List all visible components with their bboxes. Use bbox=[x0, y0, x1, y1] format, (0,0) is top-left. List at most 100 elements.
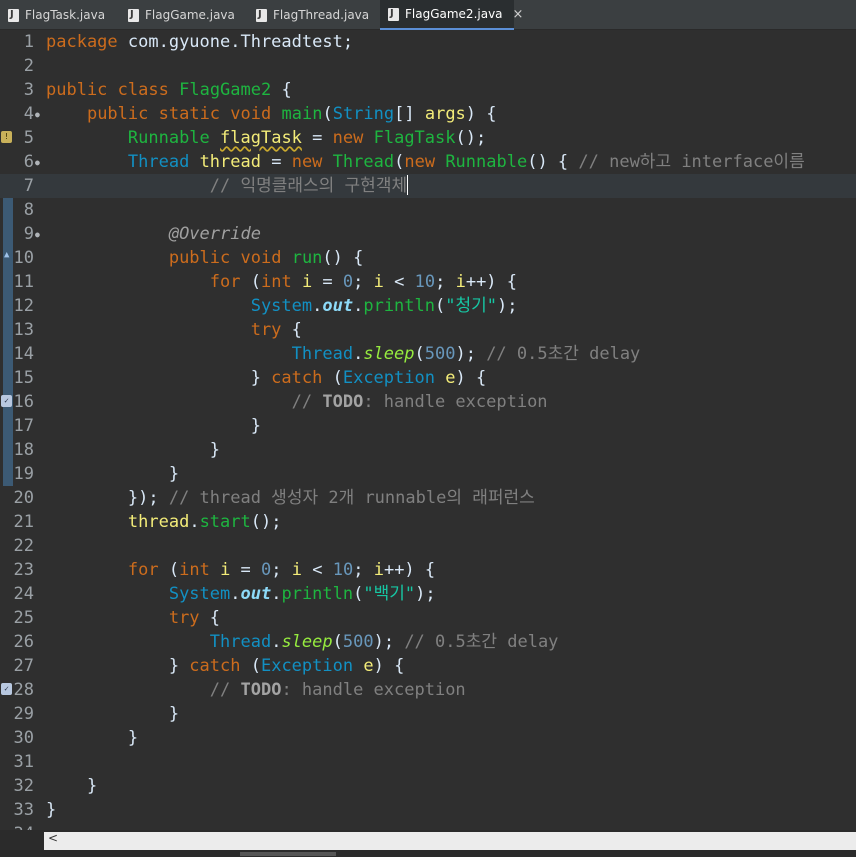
line-number: 2 bbox=[23, 56, 34, 76]
scroll-left-arrow-icon[interactable]: < bbox=[48, 831, 58, 845]
line-number: 29 bbox=[13, 704, 34, 724]
code-token: 10 bbox=[332, 560, 354, 580]
code-editor[interactable]: 1 package com.gyuone.Threadtest; 2 3 public … bbox=[0, 30, 856, 830]
fold-toggle-icon[interactable]: ● bbox=[35, 231, 40, 239]
code-line[interactable]: 23 for (int i = 0; i < 10; i++) { bbox=[0, 558, 856, 582]
code-line[interactable]: 24 System.out.println("백기"); bbox=[0, 582, 856, 606]
code-text[interactable]: thread.start(); bbox=[46, 510, 282, 534]
code-text[interactable]: for (int i = 0; i < 10; i++) { bbox=[46, 270, 517, 294]
code-line[interactable]: 21 thread.start(); bbox=[0, 510, 856, 534]
code-line[interactable]: 17 } bbox=[0, 414, 856, 438]
code-text[interactable]: // 익명클래스의 구현객체 bbox=[46, 174, 409, 198]
code-line[interactable]: ✓ 28 // TODO: handle exception bbox=[0, 678, 856, 702]
code-text[interactable]: // TODO: handle exception bbox=[46, 678, 466, 702]
code-token: i bbox=[455, 272, 466, 292]
scroll-thumb[interactable] bbox=[240, 852, 336, 856]
code-text[interactable]: Thread.sleep(500); // 0.5초간 delay bbox=[46, 630, 559, 654]
code-line[interactable]: 13 try { bbox=[0, 318, 856, 342]
line-number: 31 bbox=[13, 752, 34, 772]
code-line[interactable]: ! 5 Runnable flagTask = new FlagTask(); bbox=[0, 126, 856, 150]
code-line[interactable]: 27 } catch (Exception e) { bbox=[0, 654, 856, 678]
code-line[interactable]: 6 ● Thread thread = new Thread(new Runnab… bbox=[0, 150, 856, 174]
code-line[interactable]: 12 System.out.println("청기"); bbox=[0, 294, 856, 318]
code-text[interactable]: }); // thread 생성자 2개 runnable의 래퍼런스 bbox=[46, 486, 535, 510]
code-token: ( bbox=[353, 584, 364, 604]
code-line[interactable]: 11 for (int i = 0; i < 10; i++) { bbox=[0, 270, 856, 294]
code-text[interactable]: // TODO: handle exception bbox=[46, 390, 548, 414]
fold-toggle-icon[interactable]: ● bbox=[35, 111, 40, 119]
code-text[interactable]: } bbox=[46, 438, 220, 462]
code-line[interactable]: 20 }); // thread 생성자 2개 runnable의 래퍼런스 bbox=[0, 486, 856, 510]
code-text[interactable]: } bbox=[46, 726, 138, 750]
code-line[interactable]: 4 ● public static void main(String[] args… bbox=[0, 102, 856, 126]
horizontal-scrollbar[interactable]: < bbox=[0, 830, 856, 857]
code-line[interactable]: 30 } bbox=[0, 726, 856, 750]
code-token: int bbox=[179, 560, 210, 580]
code-token: static bbox=[158, 104, 221, 124]
code-line[interactable]: 29 } bbox=[0, 702, 856, 726]
code-text[interactable]: @Override bbox=[46, 222, 261, 246]
code-token: : handle exception bbox=[281, 680, 466, 700]
code-text[interactable]: } bbox=[46, 462, 179, 486]
code-token: args bbox=[424, 104, 466, 124]
code-line[interactable]: 31 bbox=[0, 750, 856, 774]
code-text[interactable]: try { bbox=[46, 606, 220, 630]
code-text[interactable]: } catch (Exception e) { bbox=[46, 366, 487, 390]
code-text[interactable]: } bbox=[46, 414, 261, 438]
code-line[interactable]: 15 } catch (Exception e) { bbox=[0, 366, 856, 390]
code-text[interactable]: } bbox=[46, 774, 97, 798]
code-line[interactable]: 3 public class FlagGame2 { bbox=[0, 78, 856, 102]
code-text[interactable]: } catch (Exception e) { bbox=[46, 654, 405, 678]
tab-flaggame[interactable]: FlagGame.java bbox=[120, 0, 246, 30]
code-token: // 익명클래스의 구현객체 bbox=[209, 176, 408, 196]
code-text[interactable]: for (int i = 0; i < 10; i++) { bbox=[46, 558, 435, 582]
code-line[interactable]: 32 } bbox=[0, 774, 856, 798]
code-text[interactable]: Runnable flagTask = new FlagTask(); bbox=[46, 126, 486, 150]
close-icon[interactable]: × bbox=[513, 7, 524, 22]
code-line[interactable]: ▲ 10 public void run() { bbox=[0, 246, 856, 270]
code-line[interactable]: 2 bbox=[0, 54, 856, 78]
tab-flagthread[interactable]: FlagThread.java bbox=[248, 0, 378, 30]
code-text[interactable]: try { bbox=[46, 318, 302, 342]
code-text[interactable]: System.out.println("백기"); bbox=[46, 582, 436, 606]
code-token: (); bbox=[250, 512, 282, 532]
code-text[interactable]: public static void main(String[] args) { bbox=[46, 102, 497, 126]
code-text[interactable]: public void run() { bbox=[46, 246, 364, 270]
code-line[interactable]: ✓ 16 // TODO: handle exception bbox=[0, 390, 856, 414]
code-line[interactable]: 18 } bbox=[0, 438, 856, 462]
tab-flaggame2[interactable]: FlagGame2.java × bbox=[380, 0, 523, 30]
code-token: thread bbox=[127, 512, 190, 532]
code-token: = bbox=[260, 152, 292, 172]
code-line[interactable]: 7 // 익명클래스의 구현객체 bbox=[0, 174, 856, 198]
code-line[interactable]: 33} bbox=[0, 798, 856, 822]
fold-toggle-icon[interactable]: ● bbox=[35, 159, 40, 167]
code-line[interactable]: 1 package com.gyuone.Threadtest; bbox=[0, 30, 856, 54]
code-token: flagTask bbox=[220, 128, 302, 148]
code-text[interactable]: Thread thread = new Thread(new Runnable(… bbox=[46, 150, 805, 174]
code-line[interactable]: 22 bbox=[0, 534, 856, 558]
code-line[interactable]: 14 Thread.sleep(500); // 0.5초간 delay bbox=[0, 342, 856, 366]
line-number: 9 bbox=[23, 224, 34, 244]
code-text[interactable]: Thread.sleep(500); // 0.5초간 delay bbox=[46, 342, 641, 366]
code-text[interactable]: package com.gyuone.Threadtest; bbox=[46, 30, 353, 54]
code-line[interactable]: 26 Thread.sleep(500); // 0.5초간 delay bbox=[0, 630, 856, 654]
code-text[interactable]: } bbox=[46, 798, 56, 822]
code-line[interactable]: 25 try { bbox=[0, 606, 856, 630]
code-token: i bbox=[373, 272, 384, 292]
tab-flagtask[interactable]: FlagTask.java bbox=[0, 0, 120, 30]
code-line[interactable]: 8 bbox=[0, 198, 856, 222]
code-token: 0 bbox=[261, 560, 272, 580]
code-line[interactable]: 19 } bbox=[0, 462, 856, 486]
code-text[interactable]: public class FlagGame2 { bbox=[46, 78, 292, 102]
code-line[interactable]: 9 ● @Override bbox=[0, 222, 856, 246]
code-text[interactable]: System.out.println("청기"); bbox=[46, 294, 518, 318]
code-text[interactable]: } bbox=[46, 702, 179, 726]
scroll-track[interactable] bbox=[44, 832, 856, 850]
code-token: }); bbox=[46, 488, 169, 508]
